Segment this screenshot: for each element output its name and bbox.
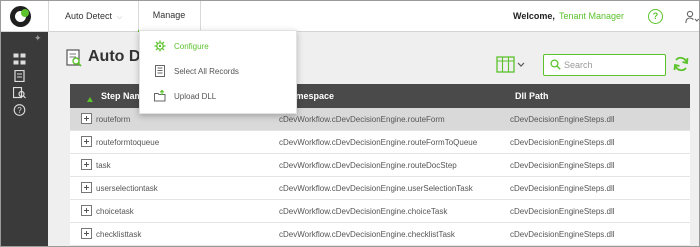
cell-namespace: cDevWorkflow.cDevDecisionEngine.routeDoc… [279,161,457,170]
divider [48,1,49,32]
menu-item-label: Select All Records [174,67,239,76]
sidebar-item-help[interactable]: ? [13,104,26,116]
cell-dll-path: cDevDecisionEngineSteps.dll [510,207,615,216]
cell-dll-path: cDevDecisionEngineSteps.dll [510,138,615,147]
tab-manage[interactable]: Manage [138,1,200,32]
app-window: Auto Detect ⌵ Manage Welcome, Tenant Mana… [0,0,700,247]
user-icon[interactable] [685,10,699,24]
sort-ascending-icon[interactable] [87,97,93,102]
cell-step-name: task [96,161,111,170]
expand-icon[interactable] [81,205,92,216]
cell-dll-path: cDevDecisionEngineSteps.dll [510,115,615,124]
auto-detect-dropdown[interactable]: Auto Detect ⌵ [65,11,122,22]
cell-step-name: checklisttask [96,230,142,239]
menu-item-label: Upload DLL [174,92,217,101]
cell-namespace: cDevWorkflow.cDevDecisionEngine.userSele… [279,184,473,193]
cell-dll-path: cDevDecisionEngineSteps.dll [510,230,615,239]
welcome-label: Welcome, [513,11,555,21]
search-box [543,54,666,76]
pin-icon[interactable]: ✦ [34,33,42,44]
page-title: Auto D [88,48,141,65]
chevron-down-icon: ⌵ [117,14,123,21]
app-logo[interactable] [10,6,31,27]
table-row[interactable]: userselectiontask cDevWorkflow.cDevDecis… [70,177,690,200]
top-bar: Auto Detect ⌵ Manage Welcome, Tenant Mana… [1,1,699,32]
cell-step-name: userselectiontask [96,184,158,193]
sidebar: ✦ ? [1,32,48,246]
page-title-icon [66,49,82,67]
divider [200,1,201,32]
expand-icon[interactable] [81,182,92,193]
column-header-dll-path[interactable]: Dll Path [515,91,549,101]
search-input[interactable] [564,58,660,72]
table-row[interactable]: checklisttask cDevWorkflow.cDevDecisionE… [70,223,690,246]
auto-detect-label: Auto Detect [65,11,113,21]
cell-namespace: cDevWorkflow.cDevDecisionEngine.checklis… [279,230,455,239]
search-icon [550,59,561,70]
menu-item-select-all-records[interactable]: Select All Records [140,61,296,83]
sidebar-item-workflow[interactable] [13,53,26,65]
expand-icon[interactable] [81,113,92,124]
table-body: routeform cDevWorkflow.cDevDecisionEngin… [70,108,690,246]
gear-icon [154,40,166,52]
cell-step-name: choicetask [96,207,134,216]
column-chooser-icon[interactable] [496,56,526,74]
upload-folder-icon [154,90,166,102]
cell-namespace: cDevWorkflow.cDevDecisionEngine.routeFor… [279,138,478,147]
tenant-name[interactable]: Tenant Manager [559,11,624,21]
cell-namespace: cDevWorkflow.cDevDecisionEngine.routeFor… [279,115,445,124]
expand-icon[interactable] [81,228,92,239]
sidebar-item-search-docs[interactable] [13,87,26,99]
menu-item-upload-dll[interactable]: Upload DLL [140,86,296,108]
table-row[interactable]: choicetask cDevWorkflow.cDevDecisionEngi… [70,200,690,223]
menu-item-configure[interactable]: Configure [140,36,296,58]
refresh-icon[interactable] [673,56,689,72]
cell-step-name: routeformtoqueue [96,138,160,147]
table-row[interactable]: task cDevWorkflow.cDevDecisionEngine.rou… [70,154,690,177]
checklist-icon [155,65,165,77]
help-icon[interactable]: ? [648,9,663,24]
manage-dropdown-menu: Configure Select All Records Upload DLL [139,30,297,114]
cell-dll-path: cDevDecisionEngineSteps.dll [510,161,615,170]
cell-step-name: routeform [96,115,131,124]
expand-icon[interactable] [81,136,92,147]
sidebar-item-documents[interactable] [13,70,26,82]
table-row[interactable]: routeformtoqueue cDevWorkflow.cDevDecisi… [70,131,690,154]
cell-dll-path: cDevDecisionEngineSteps.dll [510,184,615,193]
svg-text:?: ? [17,106,22,115]
expand-icon[interactable] [81,159,92,170]
cell-namespace: cDevWorkflow.cDevDecisionEngine.choiceTa… [279,207,448,216]
menu-item-label: Configure [174,42,209,51]
